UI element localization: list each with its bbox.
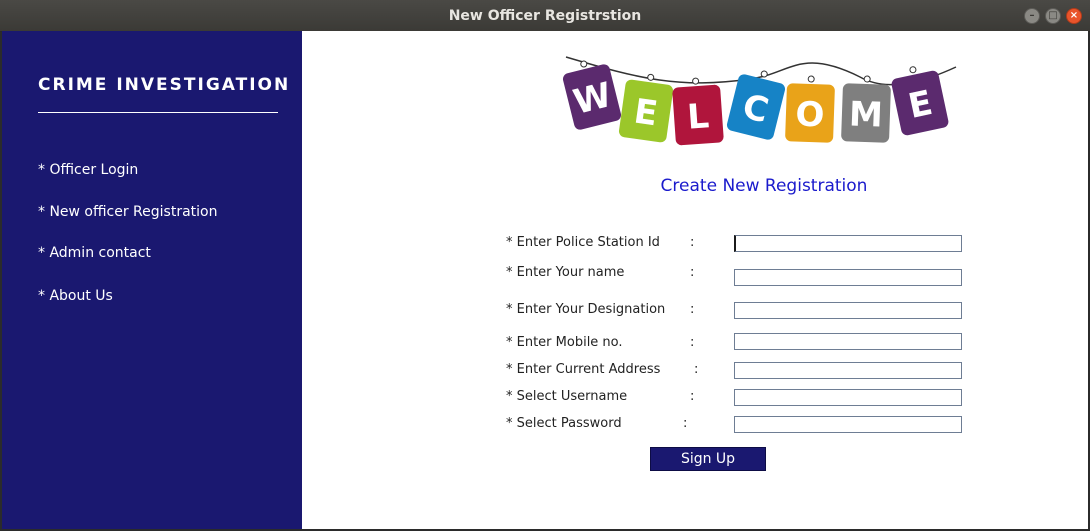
welcome-letter-card: W xyxy=(562,60,622,130)
minimize-icon[interactable]: – xyxy=(1024,8,1040,24)
window-title: New Officer Registrstion xyxy=(448,7,642,24)
brand-divider xyxy=(38,112,278,113)
colon: : xyxy=(690,389,695,404)
password-input[interactable] xyxy=(734,416,962,433)
label-mobile-no: * Enter Mobile no. xyxy=(506,335,623,350)
welcome-letter-card: M xyxy=(841,75,891,143)
label-designation: * Enter Your Designation xyxy=(506,302,666,317)
welcome-letter: L xyxy=(686,96,710,137)
welcome-banner: WELCOME xyxy=(562,56,957,146)
colon: : xyxy=(694,362,699,377)
sidebar: CRIME INVESTIGATION * Officer Login * Ne… xyxy=(2,31,302,529)
colon: : xyxy=(690,265,695,280)
colon: : xyxy=(690,235,695,250)
sidebar-item-about-us[interactable]: * About Us xyxy=(38,288,113,304)
colon: : xyxy=(690,335,695,350)
maximize-icon[interactable]: □ xyxy=(1045,8,1061,24)
label-username: * Select Username xyxy=(506,389,628,404)
address-input[interactable] xyxy=(734,362,962,379)
close-icon[interactable]: × xyxy=(1066,8,1082,24)
welcome-letter-card: O xyxy=(785,75,835,143)
police-station-id-input[interactable] xyxy=(734,235,962,252)
main-panel: WELCOME Create New Registration * Enter … xyxy=(302,31,1088,529)
username-input[interactable] xyxy=(734,389,962,406)
label-current-address: * Enter Current Address xyxy=(506,362,661,377)
welcome-letter-card: L xyxy=(672,77,724,146)
colon: : xyxy=(683,416,688,431)
mobile-input[interactable] xyxy=(734,333,962,350)
welcome-letter-card: C xyxy=(726,70,786,140)
sidebar-item-new-officer-registration[interactable]: * New officer Registration xyxy=(38,204,217,220)
designation-input[interactable] xyxy=(734,302,962,319)
welcome-letter: M xyxy=(848,94,883,135)
label-your-name: * Enter Your name xyxy=(506,265,625,280)
page-heading: Create New Registration xyxy=(660,176,868,196)
name-input[interactable] xyxy=(734,269,962,286)
window-controls: – □ × xyxy=(1024,8,1082,24)
window-titlebar: New Officer Registrstion – □ × xyxy=(0,0,1090,32)
label-password: * Select Password xyxy=(506,416,622,431)
brand-title: CRIME INVESTIGATION xyxy=(38,75,291,95)
sidebar-item-admin-contact[interactable]: * Admin contact xyxy=(38,245,151,261)
sidebar-item-officer-login[interactable]: * Officer Login xyxy=(38,162,138,178)
sign-up-button[interactable]: Sign Up xyxy=(650,447,766,471)
colon: : xyxy=(690,302,695,317)
welcome-letter-card: E xyxy=(618,73,674,143)
app-window: CRIME INVESTIGATION * Officer Login * Ne… xyxy=(2,31,1088,529)
label-police-station-id: * Enter Police Station Id xyxy=(506,235,660,250)
welcome-letter: O xyxy=(795,95,825,136)
